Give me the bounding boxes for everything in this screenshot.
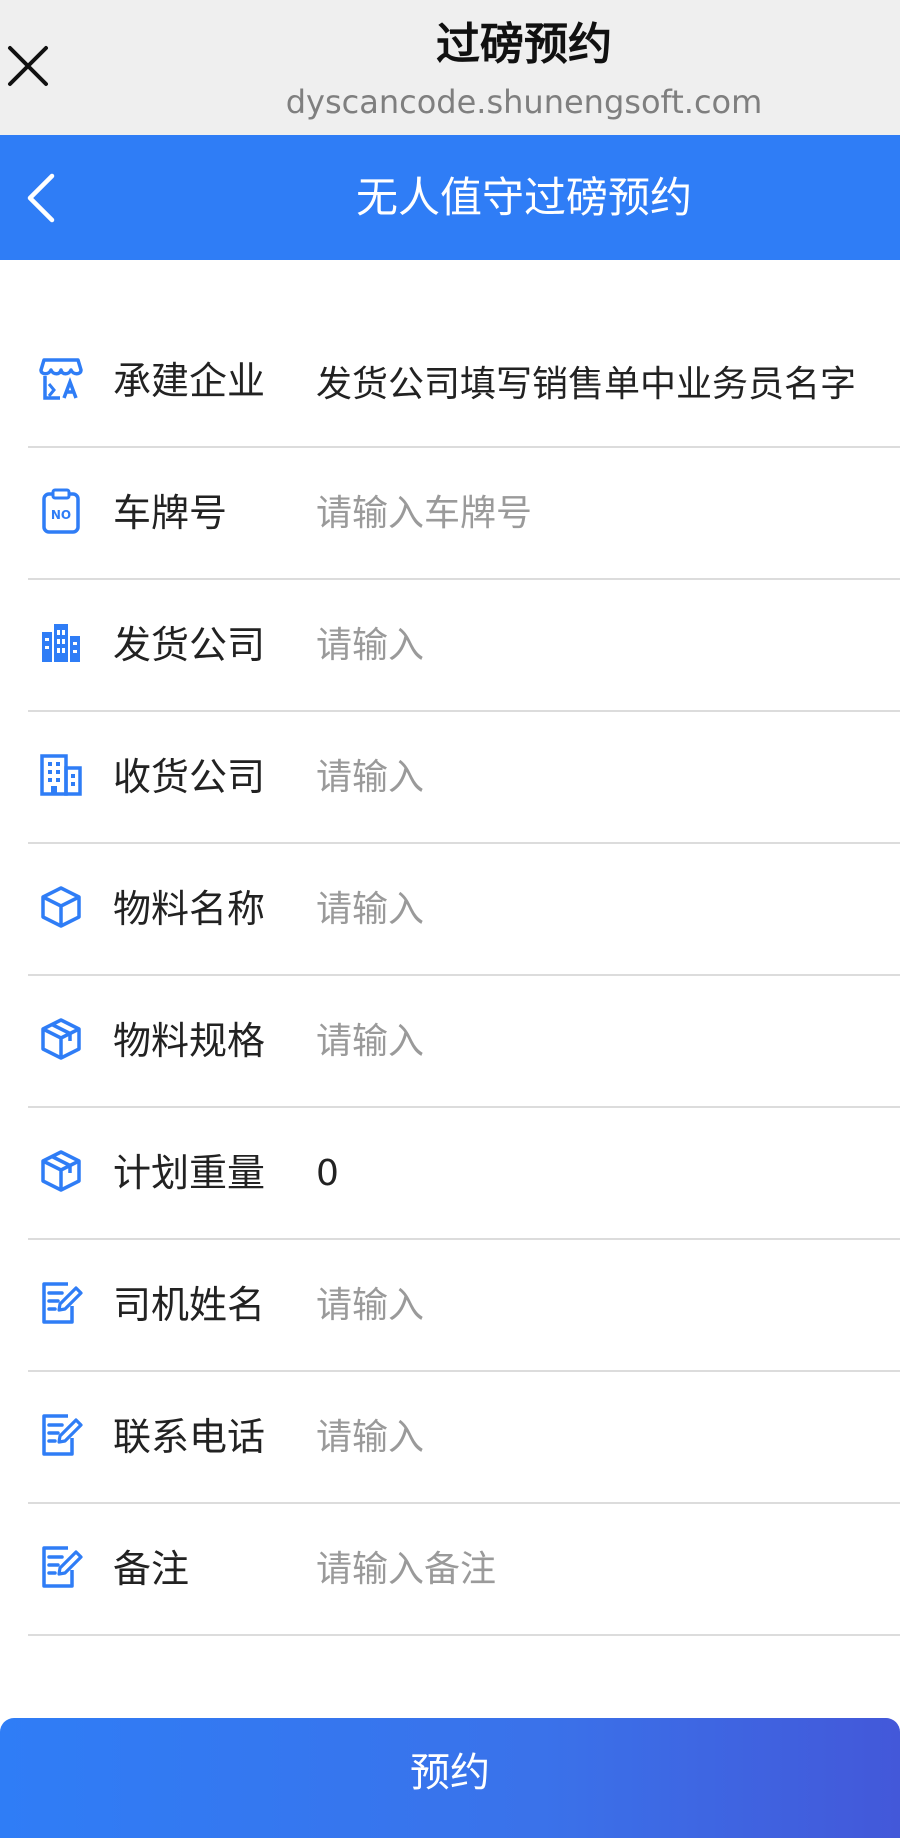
field-label: 车牌号 bbox=[113, 491, 228, 535]
field-plate-number: NO 车牌号 bbox=[28, 448, 900, 580]
page-title: 无人值守过磅预约 bbox=[355, 173, 692, 222]
driver-name-input[interactable] bbox=[316, 1270, 896, 1340]
svg-text:NO: NO bbox=[51, 508, 71, 522]
field-material-spec: 物料规格 bbox=[28, 976, 900, 1108]
field-material-name: 物料名称 bbox=[28, 844, 900, 976]
package-icon bbox=[41, 1150, 81, 1192]
field-driver-name: 司机姓名 bbox=[28, 1240, 900, 1372]
receiver-company-input[interactable] bbox=[316, 742, 896, 812]
app-header: 无人值守过磅预约 bbox=[0, 135, 900, 260]
field-shipper-company: 发货公司 bbox=[28, 580, 900, 712]
edit-note-icon bbox=[42, 1546, 83, 1588]
material-name-input[interactable] bbox=[316, 874, 896, 944]
field-contact-phone: 联系电话 bbox=[28, 1372, 900, 1504]
shipper-company-input[interactable] bbox=[316, 610, 896, 680]
package-icon bbox=[41, 1018, 81, 1060]
field-label: 收货公司 bbox=[113, 755, 266, 799]
remarks-input[interactable] bbox=[316, 1534, 896, 1604]
building-icon bbox=[42, 624, 80, 662]
field-label: 承建企业 bbox=[113, 359, 266, 403]
booking-form: 承建企业 NO 车牌号 发货公司 bbox=[0, 316, 900, 1636]
store-icon bbox=[39, 358, 83, 400]
material-spec-input[interactable] bbox=[316, 1006, 896, 1076]
field-contractor: 承建企业 bbox=[28, 316, 900, 448]
license-plate-icon: NO bbox=[42, 488, 80, 534]
office-building-icon bbox=[40, 754, 82, 796]
field-label: 物料规格 bbox=[113, 1019, 266, 1063]
planned-weight-input[interactable] bbox=[316, 1138, 896, 1208]
browser-url: dyscancode.shunengsoft.com bbox=[285, 83, 763, 121]
field-remarks: 备注 bbox=[28, 1504, 900, 1636]
browser-page-title: 过磅预约 bbox=[436, 19, 612, 70]
field-label: 联系电话 bbox=[113, 1415, 266, 1459]
cube-icon bbox=[41, 886, 81, 928]
field-label: 司机姓名 bbox=[113, 1283, 266, 1327]
field-receiver-company: 收货公司 bbox=[28, 712, 900, 844]
edit-note-icon bbox=[42, 1282, 83, 1324]
plate-number-input[interactable] bbox=[316, 478, 896, 548]
submit-booking-button[interactable]: 预约 bbox=[0, 1718, 900, 1838]
field-label: 物料名称 bbox=[113, 887, 266, 931]
field-label: 备注 bbox=[113, 1547, 190, 1591]
field-label: 发货公司 bbox=[113, 623, 266, 667]
contractor-input[interactable] bbox=[316, 346, 896, 416]
edit-note-icon bbox=[42, 1414, 83, 1456]
browser-title-bar: 过磅预约 dyscancode.shunengsoft.com bbox=[0, 0, 900, 135]
contact-phone-input[interactable] bbox=[316, 1402, 896, 1472]
field-planned-weight: 计划重量 bbox=[28, 1108, 900, 1240]
field-label: 计划重量 bbox=[113, 1151, 266, 1195]
